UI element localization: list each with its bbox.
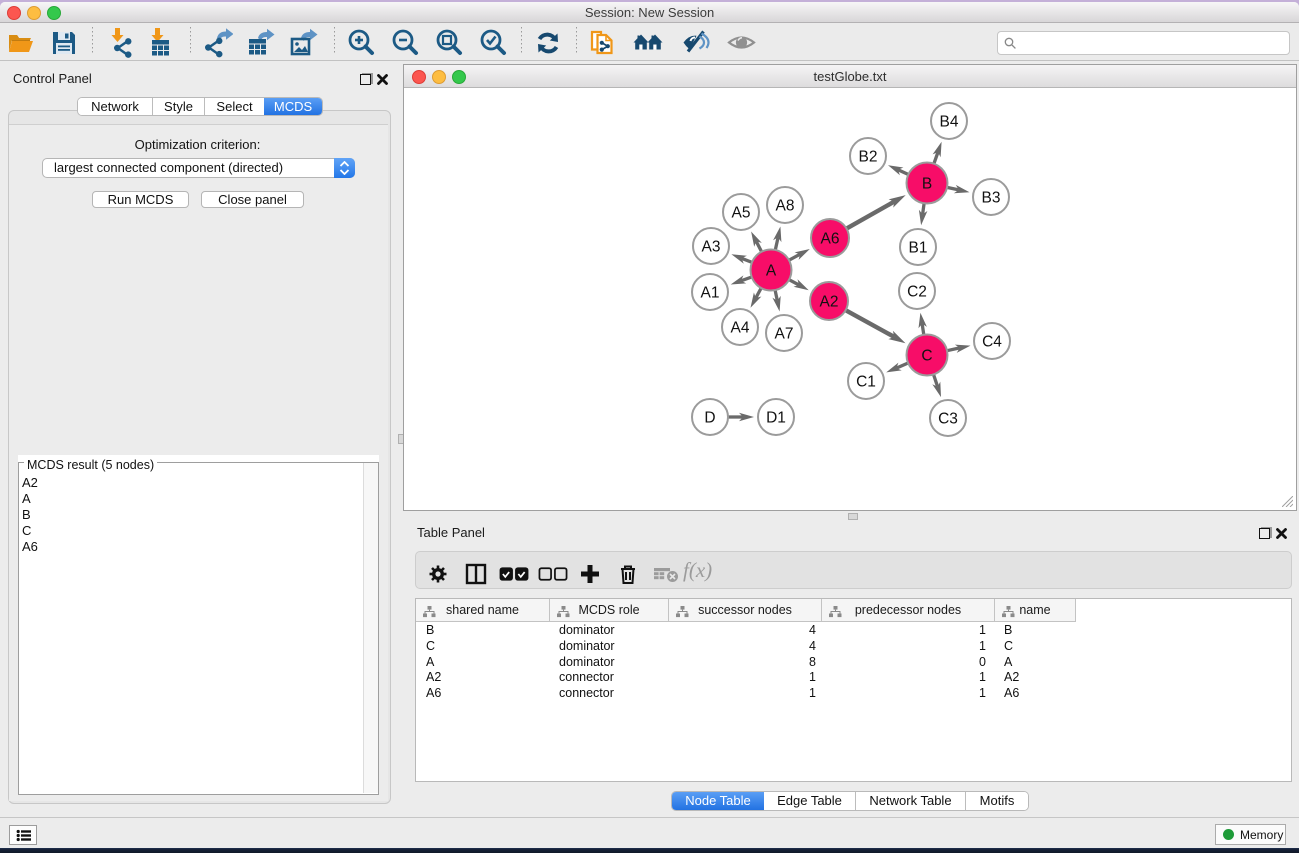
svg-text:A1: A1 (701, 285, 720, 302)
svg-text:A: A (766, 263, 777, 280)
svg-text:D: D (704, 410, 715, 427)
svg-text:A3: A3 (702, 239, 721, 256)
svg-text:A8: A8 (776, 198, 795, 215)
svg-text:B3: B3 (982, 190, 1001, 207)
svg-text:A6: A6 (821, 231, 840, 248)
svg-text:C3: C3 (938, 411, 958, 428)
svg-text:A4: A4 (731, 320, 750, 337)
svg-text:B2: B2 (859, 149, 878, 166)
svg-text:D1: D1 (766, 410, 786, 427)
svg-text:A5: A5 (732, 205, 751, 222)
svg-text:C4: C4 (982, 334, 1002, 351)
svg-text:B: B (922, 176, 932, 193)
svg-text:B4: B4 (940, 114, 959, 131)
svg-text:A2: A2 (820, 294, 839, 311)
svg-text:C1: C1 (856, 374, 876, 391)
svg-text:C: C (921, 348, 932, 365)
svg-text:A7: A7 (775, 326, 794, 343)
svg-text:C2: C2 (907, 284, 927, 301)
svg-text:B1: B1 (909, 240, 928, 257)
